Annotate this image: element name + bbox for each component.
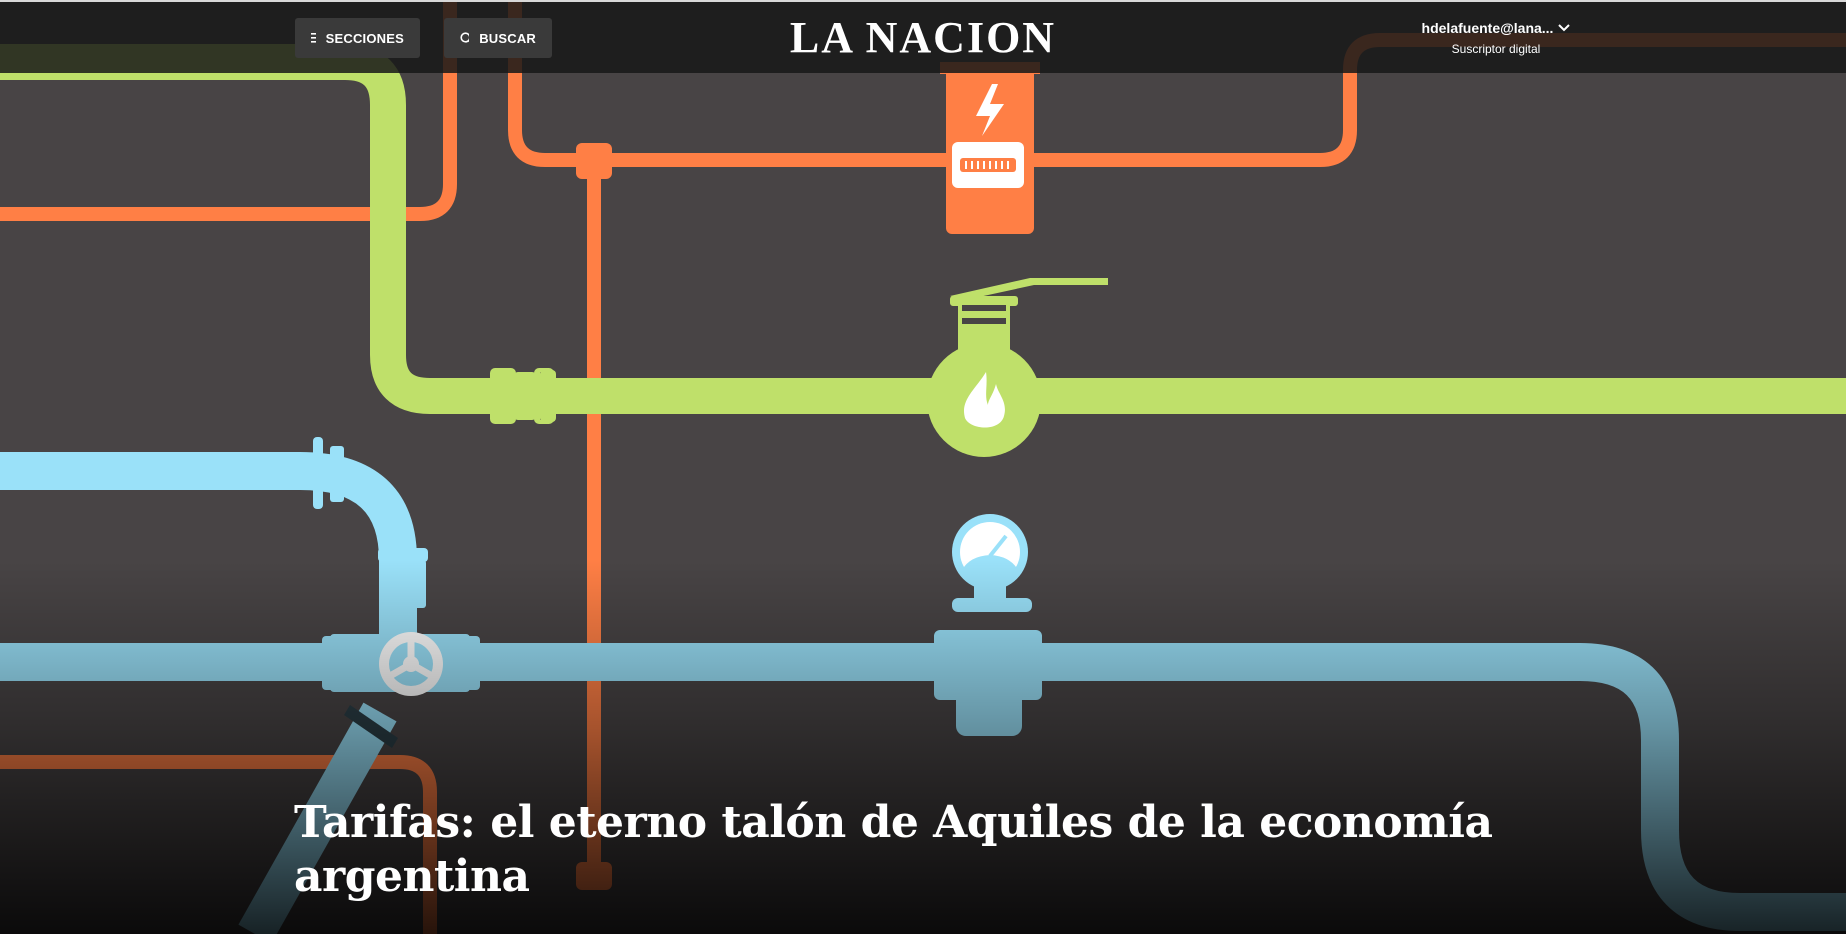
article-headline: Tarifas: el eterno talón de Aquiles de l… (294, 797, 1493, 902)
hero-illustration (0, 0, 1846, 934)
top-navigation-bar: SECCIONES BUSCAR LA NACION hdelafuente@l… (0, 0, 1846, 73)
electric-meter (940, 62, 1040, 234)
user-account-menu[interactable]: hdelafuente@lana... Suscriptor digital (1406, 20, 1586, 56)
user-email: hdelafuente@lana... (1421, 20, 1554, 36)
user-subscription-status: Suscriptor digital (1451, 42, 1541, 56)
green-coupling (490, 368, 556, 424)
hero-stage: SECCIONES BUSCAR LA NACION hdelafuente@l… (0, 0, 1846, 934)
chevron-down-icon[interactable] (1558, 24, 1571, 32)
